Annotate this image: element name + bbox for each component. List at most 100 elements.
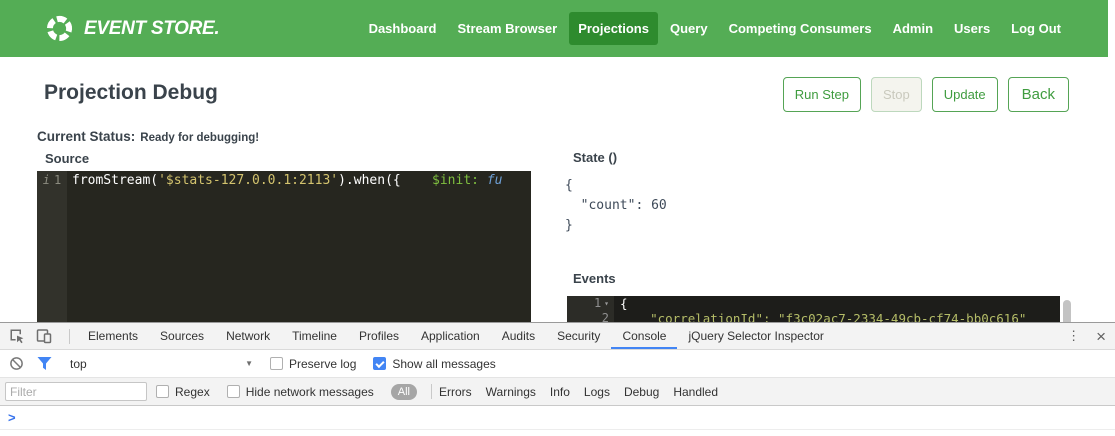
- navbar: EVENT STORE. DashboardStream BrowserProj…: [0, 0, 1108, 57]
- code-segment: $init:: [432, 173, 479, 188]
- devtools-tab-elements[interactable]: Elements: [77, 323, 149, 349]
- events-gutter: 1▾: [567, 296, 614, 311]
- filter-level-warnings[interactable]: Warnings: [486, 385, 536, 399]
- devtools-tab-security[interactable]: Security: [546, 323, 611, 349]
- run-step-button[interactable]: Run Step: [783, 77, 861, 112]
- devtools-tab-application[interactable]: Application: [410, 323, 491, 349]
- event-store-logo-icon: [44, 13, 75, 44]
- devtools-tabs: ElementsSourcesNetworkTimelineProfilesAp…: [77, 323, 835, 349]
- checkbox-unchecked-icon: [227, 385, 240, 398]
- nav-item-projections[interactable]: Projections: [569, 12, 658, 45]
- state-json: { "count": 60 }: [565, 176, 667, 236]
- events-code: "correlationId": "f3c02ac7-2334-49cb-cf7…: [614, 311, 1026, 322]
- filter-level-logs[interactable]: Logs: [584, 385, 610, 399]
- filter-level-all[interactable]: All: [391, 384, 417, 400]
- clear-console-button[interactable]: [9, 356, 24, 371]
- chevron-down-icon: ▼: [245, 359, 253, 368]
- status-value: Ready for debugging!: [140, 132, 259, 144]
- line-number: 2: [602, 311, 609, 322]
- events-gutter: 2: [567, 311, 614, 322]
- devtools-tab-timeline[interactable]: Timeline: [281, 323, 348, 349]
- devtools-tab-console[interactable]: Console: [611, 323, 677, 349]
- brand-text: EVENT STORE.: [84, 18, 219, 40]
- scrollbar-thumb[interactable]: [1063, 300, 1071, 322]
- nav-item-dashboard[interactable]: Dashboard: [360, 12, 446, 45]
- execution-context-selector[interactable]: top ▼: [65, 357, 253, 371]
- code-segment: '$stats-127.0.0.1:2113': [158, 173, 338, 188]
- devtools-tab-network[interactable]: Network: [215, 323, 281, 349]
- nav-item-query[interactable]: Query: [661, 12, 717, 45]
- regex-label: Regex: [175, 385, 210, 399]
- source-code: fromStream('$stats-127.0.0.1:2113').when…: [67, 171, 502, 322]
- preserve-log-label: Preserve log: [289, 357, 356, 371]
- inspect-element-icon[interactable]: [8, 323, 26, 349]
- page-title: Projection Debug: [44, 81, 218, 105]
- devtools-tab-sources[interactable]: Sources: [149, 323, 215, 349]
- events-editor[interactable]: 1▾ {2 "correlationId": "f3c02ac7-2334-49c…: [567, 296, 1060, 322]
- events-line: 2 "correlationId": "f3c02ac7-2334-49cb-c…: [567, 311, 1060, 322]
- line-number: 1: [594, 296, 601, 311]
- devtools-tab-profiles[interactable]: Profiles: [348, 323, 410, 349]
- show-all-messages-toggle[interactable]: Show all messages: [373, 357, 495, 371]
- source-gutter: i 1: [37, 171, 67, 322]
- separator: [431, 384, 432, 399]
- console-prompt[interactable]: >: [0, 406, 1115, 430]
- console-filter-input[interactable]: [5, 382, 147, 401]
- show-all-messages-label: Show all messages: [392, 357, 495, 371]
- status-label: Current Status:: [37, 129, 135, 144]
- annotation-icon: i: [43, 173, 50, 187]
- events-label: Events: [573, 271, 616, 286]
- filter-level-info[interactable]: Info: [550, 385, 570, 399]
- preserve-log-toggle[interactable]: Preserve log: [270, 357, 356, 371]
- devtools-menu-icon[interactable]: ⋮: [1067, 328, 1080, 344]
- code-segment: {: [620, 296, 628, 311]
- events-line: 1▾ {: [567, 296, 1060, 311]
- checkbox-unchecked-icon: [156, 385, 169, 398]
- source-editor[interactable]: i 1 fromStream('$stats-127.0.0.1:2113').…: [37, 171, 531, 322]
- devtools-tab-audits[interactable]: Audits: [491, 323, 546, 349]
- events-scrollbar[interactable]: [1061, 297, 1072, 322]
- fold-arrow-icon[interactable]: ▾: [604, 296, 609, 311]
- checkbox-checked-icon: [373, 357, 386, 370]
- code-segment: "correlationId": "f3c02ac7-2334-49cb-cf7…: [620, 311, 1026, 322]
- line-number: 1: [54, 173, 61, 187]
- filter-icon[interactable]: [37, 357, 52, 370]
- back-button[interactable]: Back: [1008, 77, 1069, 112]
- filter-level-debug[interactable]: Debug: [624, 385, 659, 399]
- devtools-close-icon[interactable]: ×: [1096, 328, 1106, 345]
- brand: EVENT STORE.: [44, 13, 219, 44]
- header-actions: Run Step Stop Update Back: [783, 77, 1069, 112]
- checkbox-unchecked-icon: [270, 357, 283, 370]
- devtools-controls: ⋮ ×: [1067, 323, 1106, 349]
- device-toolbar-icon[interactable]: [35, 323, 53, 349]
- state-label: State (): [573, 150, 617, 165]
- update-button[interactable]: Update: [932, 77, 998, 112]
- nav-item-users[interactable]: Users: [945, 12, 999, 45]
- console-filter-bar: Regex Hide network messages All Errors War…: [0, 378, 1115, 406]
- nav-item-competing-consumers[interactable]: Competing Consumers: [720, 12, 881, 45]
- separator: [69, 329, 70, 344]
- hide-network-messages-label: Hide network messages: [246, 385, 374, 399]
- filter-level-handled[interactable]: Handled: [673, 385, 718, 399]
- regex-toggle[interactable]: Regex: [156, 385, 210, 399]
- console-toolbar: top ▼ Preserve log Show all messages: [0, 350, 1115, 378]
- devtools-tab-jquery-selector-inspector[interactable]: jQuery Selector Inspector: [677, 323, 834, 349]
- code-segment: fromStream(: [72, 173, 158, 188]
- context-label: top: [70, 357, 87, 371]
- console-output: >: [0, 406, 1115, 430]
- status-line: Current Status: Ready for debugging!: [37, 129, 259, 144]
- console-filter-levels: All Errors Warnings Info Logs Debug Handled: [391, 384, 732, 400]
- nav-item-log-out[interactable]: Log Out: [1002, 12, 1070, 45]
- nav-item-stream-browser[interactable]: Stream Browser: [448, 12, 566, 45]
- code-segment: ).when({: [338, 173, 432, 188]
- devtools-panel: ElementsSourcesNetworkTimelineProfilesAp…: [0, 322, 1115, 436]
- filter-level-errors[interactable]: Errors: [439, 385, 472, 399]
- events-code: {: [614, 296, 628, 311]
- navbar-menu: DashboardStream BrowserProjectionsQueryC…: [360, 12, 1070, 45]
- hide-network-messages-toggle[interactable]: Hide network messages: [227, 385, 374, 399]
- prompt-chevron-icon: >: [8, 410, 16, 425]
- devtools-tabbar: ElementsSourcesNetworkTimelineProfilesAp…: [0, 323, 1115, 350]
- nav-item-admin[interactable]: Admin: [884, 12, 942, 45]
- source-label: Source: [45, 151, 89, 166]
- stop-button[interactable]: Stop: [871, 77, 922, 112]
